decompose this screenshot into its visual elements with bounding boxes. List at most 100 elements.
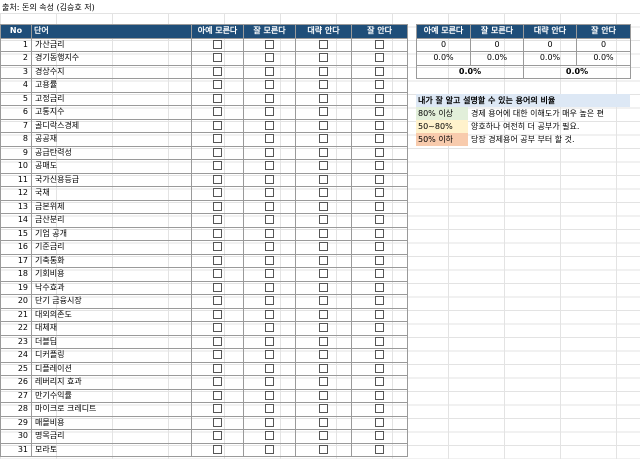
row-number-cell[interactable]: 3 <box>0 64 32 79</box>
word-cell[interactable]: 경기동행지수 <box>31 51 192 66</box>
word-cell[interactable]: 고정금리 <box>31 91 192 106</box>
word-cell[interactable]: 고용률 <box>31 78 192 93</box>
checkbox[interactable] <box>319 404 328 414</box>
checkbox[interactable] <box>265 228 274 238</box>
checkbox[interactable] <box>213 255 222 265</box>
row-number-cell[interactable]: 9 <box>0 145 32 160</box>
checkbox[interactable] <box>213 431 222 441</box>
row-number-cell[interactable]: 15 <box>0 226 32 241</box>
row-number-cell[interactable]: 1 <box>0 37 32 52</box>
word-cell[interactable]: 국채 <box>31 186 192 201</box>
checkbox[interactable] <box>265 444 274 454</box>
row-number-cell[interactable]: 20 <box>0 294 32 309</box>
word-cell[interactable]: 매몰비용 <box>31 415 192 430</box>
word-cell[interactable]: 디플레이션 <box>31 361 192 376</box>
legend-title[interactable]: 내가 잘 알고 설명할 수 있는 용어의 비율 <box>416 94 630 107</box>
row-number-cell[interactable]: 31 <box>0 442 32 457</box>
checkbox[interactable] <box>319 444 328 454</box>
summary-header[interactable]: 잘 안다 <box>576 24 631 39</box>
col-header-word[interactable]: 단어 <box>31 24 192 39</box>
row-number-cell[interactable]: 27 <box>0 388 32 403</box>
checkbox[interactable] <box>375 444 384 454</box>
percent-cell[interactable]: 0.0% <box>523 51 577 66</box>
checkbox[interactable] <box>265 255 274 265</box>
checkbox[interactable] <box>265 120 274 130</box>
checkbox[interactable] <box>265 431 274 441</box>
checkbox[interactable] <box>375 120 384 130</box>
checkbox[interactable] <box>375 107 384 117</box>
checkbox[interactable] <box>265 323 274 333</box>
row-number-cell[interactable]: 17 <box>0 253 32 268</box>
checkbox[interactable] <box>319 80 328 90</box>
checkbox[interactable] <box>319 93 328 103</box>
checkbox[interactable] <box>319 336 328 346</box>
row-number-cell[interactable]: 13 <box>0 199 32 214</box>
checkbox[interactable] <box>213 309 222 319</box>
count-cell[interactable]: 0 <box>470 37 524 52</box>
checkbox[interactable] <box>375 228 384 238</box>
checkbox[interactable] <box>213 39 222 49</box>
word-cell[interactable]: 디커플링 <box>31 348 192 363</box>
checkbox[interactable] <box>375 363 384 373</box>
legend-range-cell[interactable]: 50% 이하 <box>416 133 468 146</box>
word-cell[interactable]: 레버리지 효과 <box>31 375 192 390</box>
checkbox[interactable] <box>213 336 222 346</box>
word-cell[interactable]: 기준금리 <box>31 240 192 255</box>
checkbox[interactable] <box>375 242 384 252</box>
legend-description-cell[interactable]: 경제 용어에 대한 이해도가 매우 높은 편 <box>468 107 604 120</box>
checkbox[interactable] <box>319 107 328 117</box>
checkbox[interactable] <box>265 39 274 49</box>
checkbox[interactable] <box>265 174 274 184</box>
checkbox[interactable] <box>319 282 328 292</box>
checkbox[interactable] <box>265 309 274 319</box>
checkbox[interactable] <box>213 66 222 76</box>
word-cell[interactable]: 명목금리 <box>31 429 192 444</box>
checkbox[interactable] <box>213 417 222 427</box>
word-cell[interactable]: 경상수지 <box>31 64 192 79</box>
checkbox[interactable] <box>213 404 222 414</box>
row-number-cell[interactable]: 4 <box>0 78 32 93</box>
checkbox[interactable] <box>375 188 384 198</box>
know-total-cell[interactable]: 0.0% <box>523 64 631 79</box>
col-header-know-well[interactable]: 잘 안다 <box>351 24 408 39</box>
checkbox[interactable] <box>265 269 274 279</box>
checkbox[interactable] <box>213 107 222 117</box>
checkbox[interactable] <box>375 390 384 400</box>
checkbox[interactable] <box>213 53 222 63</box>
checkbox[interactable] <box>319 323 328 333</box>
row-number-cell[interactable]: 14 <box>0 213 32 228</box>
checkbox[interactable] <box>375 66 384 76</box>
checkbox[interactable] <box>319 174 328 184</box>
checkbox[interactable] <box>265 93 274 103</box>
checkbox[interactable] <box>213 215 222 225</box>
row-number-cell[interactable]: 26 <box>0 375 32 390</box>
checkbox[interactable] <box>319 431 328 441</box>
checkbox[interactable] <box>319 53 328 63</box>
percent-cell[interactable]: 0.0% <box>470 51 524 66</box>
checkbox[interactable] <box>213 161 222 171</box>
checkbox[interactable] <box>213 363 222 373</box>
word-cell[interactable]: 골디락스경제 <box>31 118 192 133</box>
checkbox[interactable] <box>213 188 222 198</box>
row-number-cell[interactable]: 10 <box>0 159 32 174</box>
legend-range-cell[interactable]: 80% 이상 <box>416 107 468 120</box>
checkbox[interactable] <box>375 53 384 63</box>
dont-know-total-cell[interactable]: 0.0% <box>416 64 524 79</box>
checkbox[interactable] <box>375 350 384 360</box>
checkbox[interactable] <box>319 390 328 400</box>
checkbox[interactable] <box>265 404 274 414</box>
word-cell[interactable]: 금본위제 <box>31 199 192 214</box>
row-number-cell[interactable]: 28 <box>0 402 32 417</box>
checkbox[interactable] <box>319 296 328 306</box>
checkbox[interactable] <box>265 66 274 76</box>
checkbox[interactable] <box>319 215 328 225</box>
col-header-roughly-know[interactable]: 대략 안다 <box>295 24 352 39</box>
row-number-cell[interactable]: 24 <box>0 348 32 363</box>
row-number-cell[interactable]: 22 <box>0 321 32 336</box>
checkbox[interactable] <box>213 242 222 252</box>
checkbox[interactable] <box>213 201 222 211</box>
row-number-cell[interactable]: 19 <box>0 280 32 295</box>
word-cell[interactable]: 대외의존도 <box>31 307 192 322</box>
checkbox[interactable] <box>319 417 328 427</box>
word-cell[interactable]: 만기수익률 <box>31 388 192 403</box>
